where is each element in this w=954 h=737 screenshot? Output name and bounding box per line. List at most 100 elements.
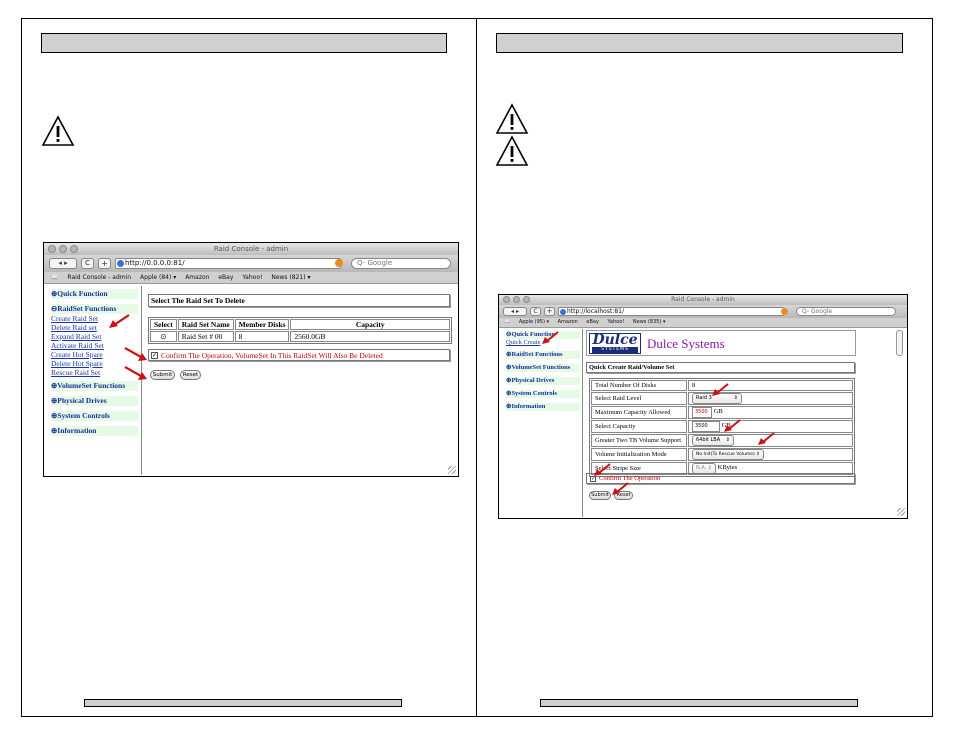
- confirm-checkbox[interactable]: ✓: [151, 351, 158, 359]
- max-capacity-unit: GB: [713, 408, 723, 415]
- menu-physical-drives[interactable]: ⊕Physical Drives: [506, 377, 580, 385]
- bookmark-apple[interactable]: Apple (84) ▾: [140, 274, 176, 281]
- brand-banner: Dulce SYSTEMS Dulce Systems: [586, 330, 856, 356]
- add-bookmark-button[interactable]: +: [98, 258, 111, 269]
- menu-physical-drives[interactable]: ⊕Physical Drives: [51, 396, 138, 406]
- select-radio[interactable]: ⊙: [150, 331, 177, 342]
- menu-volumeset-functions[interactable]: ⊕VolumeSet Functions: [51, 381, 138, 391]
- url-field[interactable]: http://localhost:81/: [558, 307, 784, 316]
- bookmark-yahoo[interactable]: Yahoo!: [608, 319, 625, 325]
- raid-level-select[interactable]: Raid 3 ⇕: [692, 393, 742, 404]
- menu-system-controls[interactable]: ⊕System Controls: [506, 390, 580, 398]
- book-icon[interactable]: 📖: [51, 274, 58, 281]
- two-tb-support-select[interactable]: 64bit LBA ⇕: [692, 435, 734, 446]
- bookmark-news[interactable]: News (835) ▾: [633, 319, 666, 325]
- max-capacity-label: Maximum Capacity Allowed: [591, 406, 687, 419]
- form-row-init-mode: Volume Initialization Mode No Init(To Re…: [591, 448, 853, 461]
- capacity-cell: 2560.0GB: [290, 331, 450, 342]
- form-row-two-tb-support: Greater Two TB Volume Support 64bit LBA …: [591, 434, 853, 447]
- warning-icon: [495, 135, 529, 166]
- bookmark-apple[interactable]: Apple (95) ▾: [519, 319, 549, 325]
- bookmark-ebay[interactable]: eBay: [218, 274, 233, 281]
- bookmark-raid-console[interactable]: Raid Console - admin: [67, 274, 131, 281]
- reload-button[interactable]: C: [530, 307, 541, 316]
- content-title: Select The Raid Set To Delete: [148, 294, 450, 307]
- menu-system-controls[interactable]: ⊕System Controls: [51, 411, 138, 421]
- page-header-bar: [496, 33, 903, 53]
- menu-raidset-functions[interactable]: ⊕RaidSet Functions: [506, 351, 580, 359]
- reset-button[interactable]: Reset: [614, 491, 633, 500]
- globe-icon: [117, 260, 124, 267]
- back-forward-button[interactable]: ◂ ▸: [49, 258, 77, 269]
- browser-screenshot: Raid Console - admin ◂ ▸ C + http://loca…: [498, 294, 908, 519]
- col-raid-set-name: Raid Set Name: [177, 319, 234, 330]
- search-field[interactable]: Q- Google: [351, 258, 451, 269]
- two-tb-support-label: Greater Two TB Volume Support: [591, 434, 687, 447]
- resize-handle[interactable]: [448, 466, 456, 474]
- reload-button[interactable]: C: [81, 258, 94, 269]
- book-icon[interactable]: 📖: [504, 319, 510, 325]
- link-create-hot-spare[interactable]: Create Hot Spare: [51, 350, 103, 359]
- window-titlebar: Raid Console - admin: [44, 243, 458, 255]
- right-manual-page: Raid Console - admin ◂ ▸ C + http://loca…: [476, 18, 933, 717]
- select-capacity-input[interactable]: 3500: [692, 421, 720, 432]
- submit-button[interactable]: Submit: [589, 491, 611, 500]
- reset-button[interactable]: Reset: [180, 370, 201, 380]
- col-select: Select: [150, 319, 177, 330]
- init-mode-select[interactable]: No Init(To Rescue Volume) ⇕: [692, 449, 764, 460]
- submit-button[interactable]: Submit: [150, 370, 175, 380]
- menu-quick-function[interactable]: ⊖Quick Function: [506, 331, 580, 339]
- bookmark-yahoo[interactable]: Yahoo!: [242, 274, 262, 281]
- search-placeholder: Q- Google: [802, 308, 833, 315]
- link-delete-raid-set[interactable]: Delete Raid set: [51, 323, 97, 332]
- init-mode-label: Volume Initialization Mode: [591, 448, 687, 461]
- left-manual-page: Raid Console - admin ◂ ▸ C + http://0.0.…: [21, 18, 477, 717]
- page-scrollbar[interactable]: [896, 330, 903, 356]
- browser-toolbar: ◂ ▸ C + http://0.0.0.0:81/ Q- Google: [44, 255, 458, 272]
- search-field[interactable]: Q- Google: [796, 307, 896, 316]
- back-forward-button[interactable]: ◂ ▸: [503, 307, 527, 316]
- two-tb-support-value: 64bit LBA: [696, 437, 721, 443]
- link-activate-raid-set[interactable]: Activate Raid Set: [51, 341, 104, 350]
- add-bookmark-button[interactable]: +: [544, 307, 555, 316]
- menu-information[interactable]: ⊕Information: [51, 426, 138, 436]
- init-mode-value: No Init(To Rescue Volume): [696, 452, 755, 457]
- dulce-logo: Dulce SYSTEMS: [589, 333, 641, 354]
- page-header-bar: [41, 33, 447, 53]
- confirm-label: Confirm The Operation, VolumeSet In This…: [161, 350, 383, 360]
- resize-handle[interactable]: [897, 508, 905, 516]
- raid-level-label: Select Raid Level: [591, 392, 687, 405]
- url-text: http://0.0.0.0:81/: [125, 259, 185, 267]
- url-field[interactable]: http://0.0.0.0:81/: [115, 258, 341, 269]
- total-disks-label: Total Number Of Disks: [591, 380, 687, 391]
- link-delete-hot-spare[interactable]: Delete Hot Spare: [51, 359, 103, 368]
- menu-information[interactable]: ⊕Information: [506, 403, 580, 411]
- confirm-checkbox[interactable]: ✓: [590, 475, 596, 482]
- stripe-size-unit: KBytes: [717, 464, 738, 471]
- table-header-row: Select Raid Set Name Member Disks Capaci…: [150, 319, 450, 330]
- quick-create-form: Total Number Of Disks 8 Select Raid Leve…: [589, 378, 855, 477]
- window-title: Raid Console - admin: [671, 296, 735, 303]
- menu-quick-function[interactable]: ⊕Quick Function: [51, 289, 138, 299]
- window-controls[interactable]: [48, 245, 78, 253]
- rss-icon[interactable]: [781, 308, 788, 315]
- select-arrows-icon: ⇕: [725, 437, 730, 443]
- bookmark-news[interactable]: News (821) ▾: [271, 274, 310, 281]
- menu-raidset-functions[interactable]: ⊖RaidSet Functions: [51, 304, 138, 314]
- form-row-raid-level: Select Raid Level Raid 3 ⇕: [591, 392, 853, 405]
- link-create-raid-set[interactable]: Create Raid Set: [51, 314, 98, 323]
- link-expand-raid-set[interactable]: Expand Raid Set: [51, 332, 101, 341]
- menu-volumeset-functions[interactable]: ⊕VolumeSet Functions: [506, 364, 580, 372]
- bookmark-amazon[interactable]: Amazon: [185, 274, 209, 281]
- bookmark-ebay[interactable]: eBay: [586, 319, 599, 325]
- raidset-table: Select Raid Set Name Member Disks Capaci…: [148, 317, 452, 344]
- link-rescue-raid-set[interactable]: Rescue Raid Set: [51, 368, 100, 377]
- link-quick-create[interactable]: Quick Create: [506, 339, 540, 347]
- confirm-row: ✓ Confirm The Operation: [586, 473, 855, 484]
- total-disks-value: 8: [688, 380, 853, 391]
- table-row: ⊙ Raid Set # 00 8 2560.0GB: [150, 331, 450, 342]
- window-titlebar: Raid Console - admin: [499, 295, 907, 305]
- rss-icon[interactable]: [335, 259, 343, 267]
- window-controls[interactable]: [503, 296, 530, 303]
- bookmark-amazon[interactable]: Amazon: [558, 319, 578, 325]
